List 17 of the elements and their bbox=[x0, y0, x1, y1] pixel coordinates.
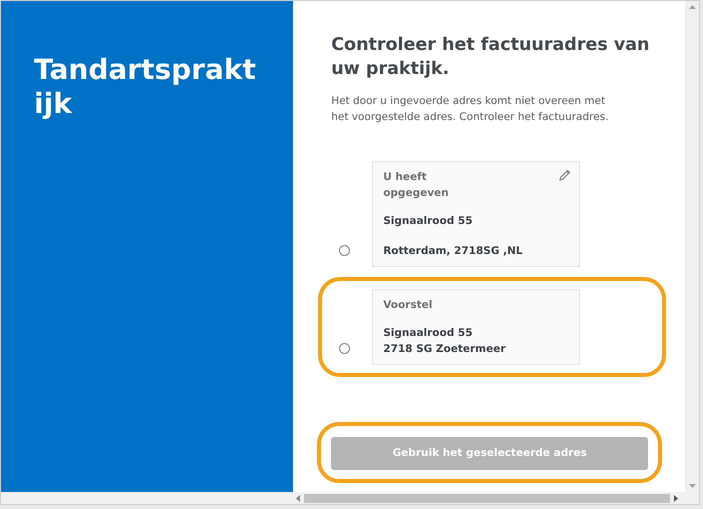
scroll-left-icon[interactable] bbox=[296, 494, 300, 502]
description: Het door u ingevoerde adres komt niet overeen met het voorgestelde adres. Controleer het factuuradres. bbox=[331, 94, 610, 125]
radio-button[interactable] bbox=[339, 343, 350, 354]
heading: Controleer het factuuradres van uw praktijk. bbox=[331, 34, 651, 81]
scroll-right-icon[interactable] bbox=[674, 494, 678, 502]
address-line: Signaalrood 55 bbox=[383, 214, 474, 229]
page-title: Tandartsprakt ijk bbox=[34, 53, 257, 121]
scroll-up-icon[interactable] bbox=[688, 5, 696, 9]
horizontal-scrollbar[interactable] bbox=[304, 494, 670, 502]
address-line: Signaalrood 55 bbox=[383, 326, 474, 341]
address-title: U heeft opgegeven bbox=[383, 170, 450, 201]
address-line: Rotterdam, 2718SG ,NL bbox=[383, 244, 524, 259]
scroll-down-icon[interactable] bbox=[688, 484, 696, 488]
address-title: Voorstel bbox=[383, 298, 434, 313]
radio-button[interactable] bbox=[339, 245, 350, 256]
address-line: 2718 SG Zoetermeer bbox=[383, 342, 507, 357]
pencil-icon[interactable] bbox=[559, 169, 572, 181]
